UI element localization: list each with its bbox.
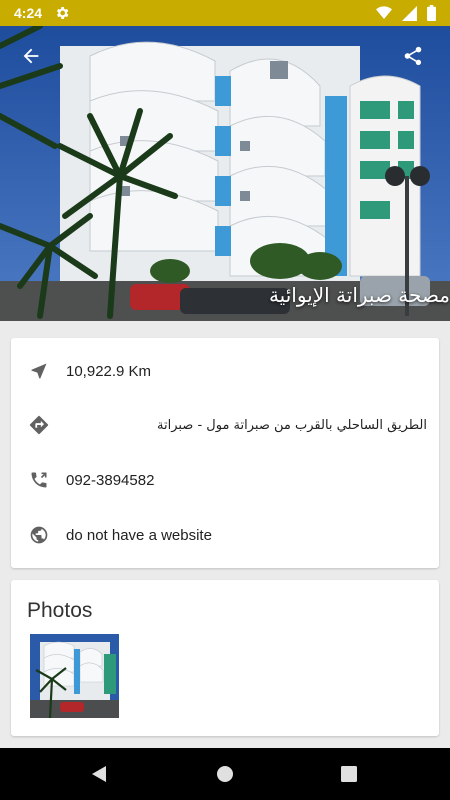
address-value: الطريق الساحلي بالقرب من صبراتة مول - صب… (157, 417, 427, 433)
place-details-card: 10,922.9 Km الطريق الساحلي بالقرب من صبر… (11, 338, 439, 568)
status-bar: 4:24 (0, 0, 450, 26)
phone-value: 092-3894582 (66, 471, 155, 489)
back-triangle-icon (90, 765, 108, 783)
photos-title: Photos (27, 599, 93, 622)
nav-home-button[interactable] (213, 762, 237, 786)
address-row[interactable]: الطريق الساحلي بالقرب من صبراتة مول - صب… (11, 405, 439, 445)
directions-icon (27, 413, 51, 437)
distance-row[interactable]: 10,922.9 Km (11, 351, 439, 391)
phone-icon (27, 468, 51, 492)
share-icon (402, 45, 424, 67)
arrow-back-icon (20, 45, 42, 67)
place-name: مصحة صبراتة الإيوائية (268, 283, 450, 307)
share-button[interactable] (393, 36, 433, 76)
photos-card: Photos (11, 580, 439, 736)
navigation-arrow-icon (27, 359, 51, 383)
photo-thumbnail[interactable] (30, 634, 119, 718)
nav-recents-button[interactable] (337, 762, 361, 786)
wifi-icon (376, 6, 392, 20)
phone-row[interactable]: 092-3894582 (11, 460, 439, 500)
battery-icon (427, 5, 436, 21)
place-hero-image: مصحة صبراتة الإيوائية (0, 26, 450, 321)
back-button[interactable] (11, 36, 51, 76)
recents-square-icon (340, 765, 358, 783)
globe-icon (27, 523, 51, 547)
settings-gear-icon (54, 5, 70, 21)
status-time: 4:24 (14, 5, 43, 21)
nav-back-button[interactable] (87, 762, 111, 786)
cellular-signal-icon (402, 5, 417, 21)
home-circle-icon (216, 765, 234, 783)
system-navigation-bar (0, 748, 450, 800)
distance-value: 10,922.9 Km (66, 362, 152, 380)
website-row[interactable]: do not have a website (11, 515, 439, 555)
website-value: do not have a website (66, 526, 212, 544)
